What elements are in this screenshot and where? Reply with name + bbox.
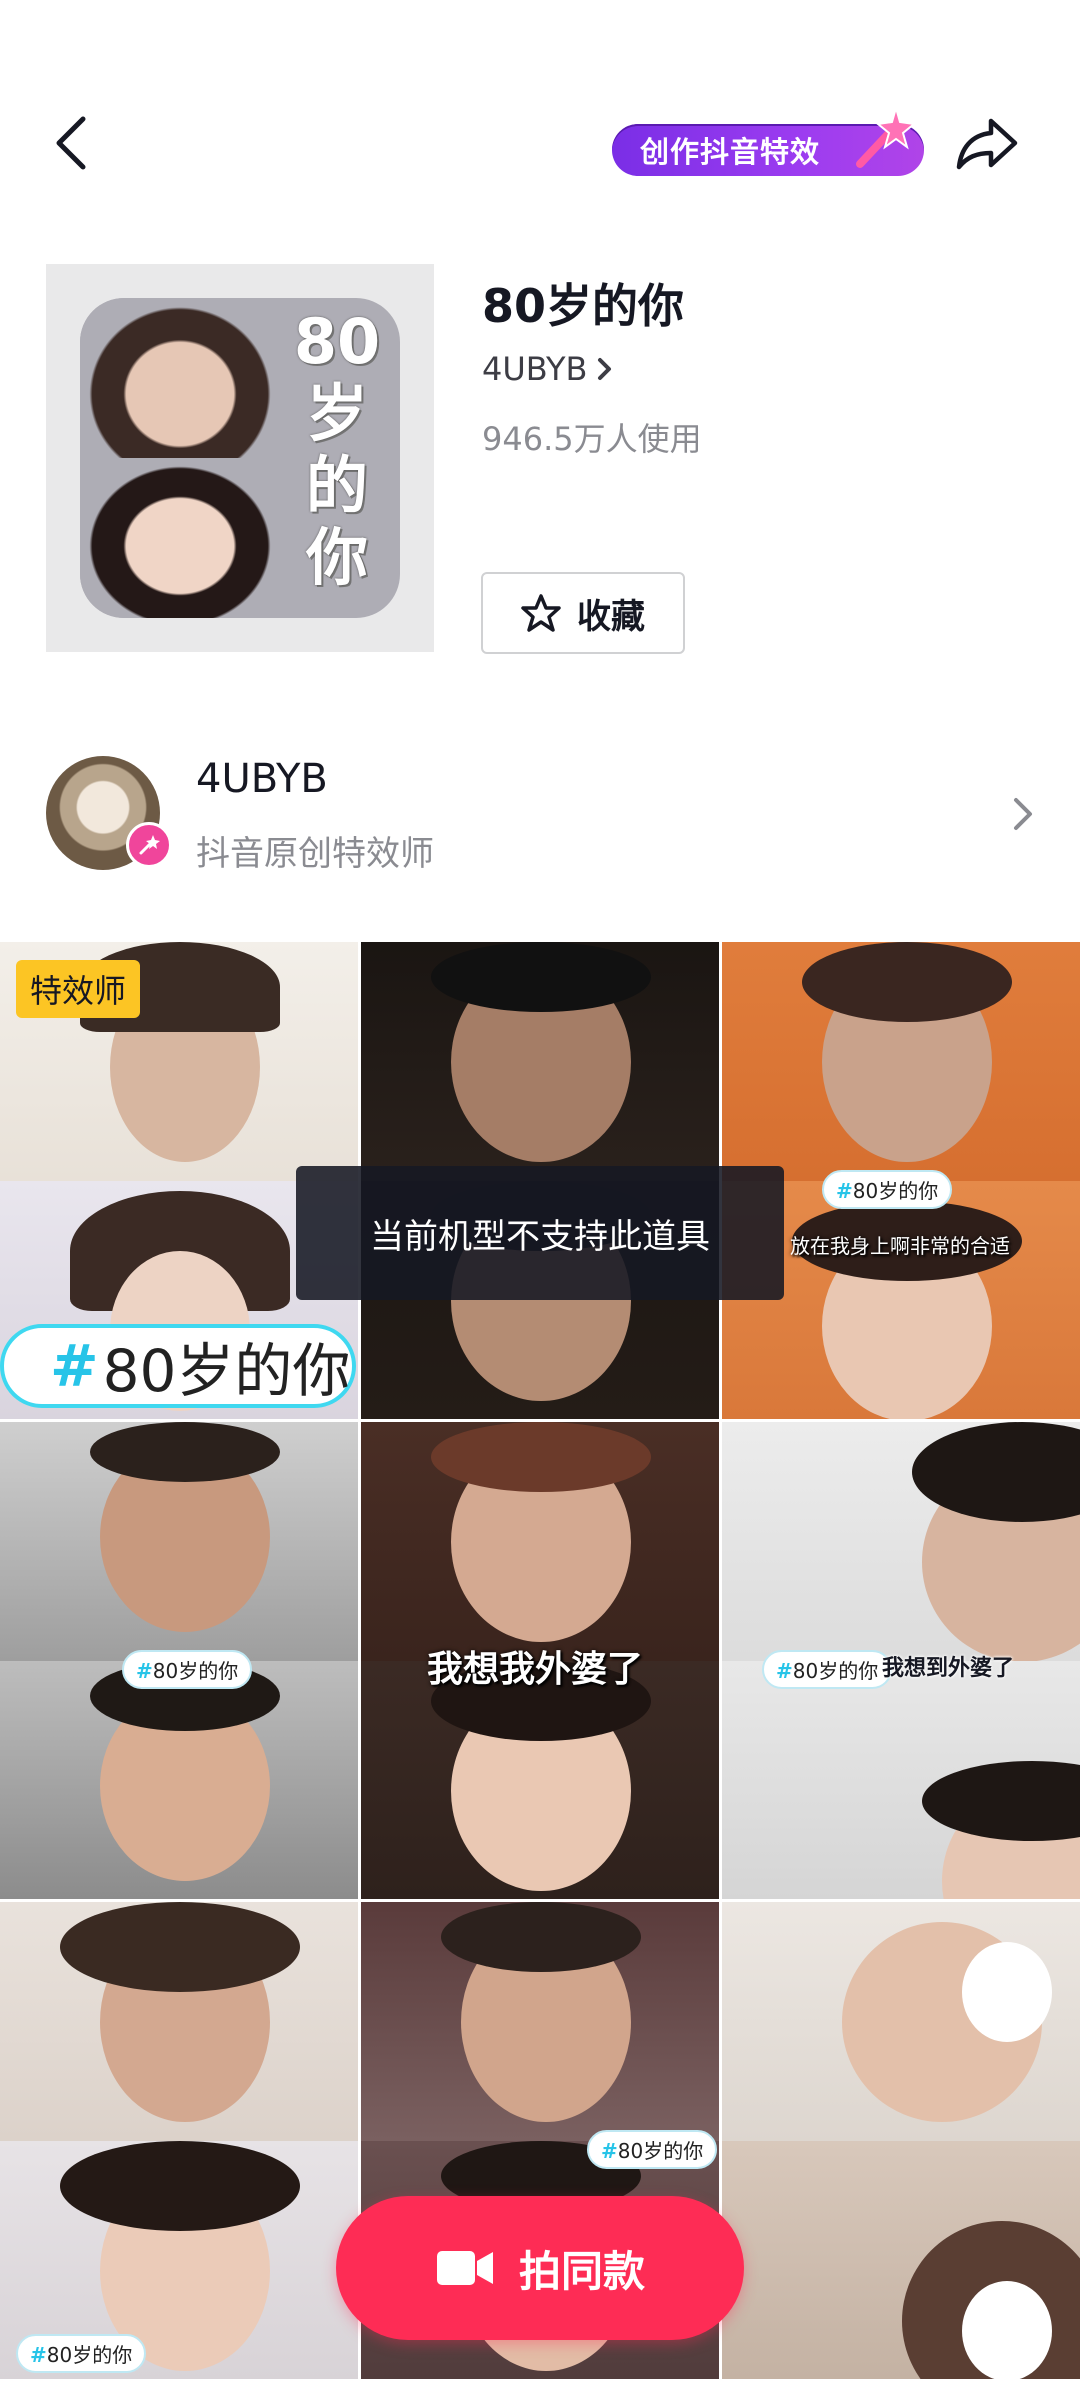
creator-name: 4UBYB	[196, 756, 328, 802]
favorite-button[interactable]: 收藏	[481, 572, 685, 654]
effect-icon-text: 80 岁 的 你	[293, 305, 381, 594]
share-arrow-icon	[956, 118, 1018, 170]
video-caption: 我想到外婆了	[882, 1656, 1015, 1681]
old-face-image	[0, 1422, 358, 1661]
effect-title: 80岁的你	[482, 279, 685, 333]
effect-author-name: 4UBYB	[482, 350, 588, 388]
video-thumbnail[interactable]	[722, 1902, 1080, 2379]
hashtag-sticker: #80岁的你	[587, 2130, 718, 2169]
old-face-image	[361, 1902, 719, 2141]
old-face-image	[722, 1422, 1080, 1662]
creator-tag: 特效师	[16, 960, 141, 1018]
video-thumbnail[interactable]: #80岁的你	[0, 1902, 358, 2379]
hashtag-sticker: #80岁的你	[822, 1170, 953, 1209]
back-button[interactable]	[36, 108, 106, 178]
shoot-same-label: 拍同款	[518, 2246, 645, 2296]
share-button[interactable]	[952, 108, 1022, 178]
effect-creator-badge-icon	[126, 822, 172, 868]
effect-icon-image: 80 岁 的 你	[80, 298, 400, 618]
video-caption: 我想我外婆了	[427, 1649, 644, 1690]
old-face-image	[361, 1422, 719, 1661]
create-effect-label: 创作抖音特效	[640, 135, 821, 169]
video-thumbnail[interactable]: #80岁的你 我想到外婆了	[722, 1422, 1080, 1899]
usage-count: 946.5万人使用	[482, 420, 702, 458]
unsupported-device-toast: 当前机型不支持此道具	[296, 1166, 784, 1300]
star-icon	[521, 594, 561, 632]
old-face-image	[80, 298, 280, 458]
young-face-image	[80, 458, 280, 618]
favorite-label: 收藏	[577, 596, 645, 637]
shoot-same-button[interactable]: 拍同款	[336, 2196, 744, 2340]
top-bar: 创作抖音特效	[0, 80, 1080, 210]
hashtag-sticker: #80岁的你	[16, 2334, 147, 2373]
chevron-right-icon	[598, 358, 612, 380]
young-face-image	[722, 2140, 1080, 2379]
young-face-image	[0, 1660, 358, 1899]
video-thumbnail[interactable]: 我想我外婆了	[361, 1422, 719, 1899]
video-camera-icon	[436, 2251, 493, 2285]
chevron-left-icon	[56, 116, 86, 170]
old-face-image	[361, 942, 719, 1181]
create-effect-button[interactable]: 创作抖音特效	[612, 104, 924, 176]
effect-thumbnail: 80 岁 的 你	[46, 264, 434, 652]
hashtag-sticker: # 80岁的你	[0, 1324, 356, 1408]
video-grid: 特效师 # 80岁的你 #80岁的你 放在我身上啊非常的合适 #80岁的你 我想…	[0, 942, 1080, 2400]
magic-wand-icon	[856, 104, 917, 168]
young-face-image	[361, 1660, 719, 1899]
hashtag-sticker: #80岁的你	[762, 1650, 893, 1689]
creator-role: 抖音原创特效师	[196, 834, 434, 874]
old-face-image	[722, 942, 1080, 1181]
chevron-right-icon	[1014, 798, 1032, 830]
hashtag-sticker: #80岁的你	[122, 1650, 253, 1689]
young-face-image	[722, 1660, 1080, 1899]
effect-author-link[interactable]: 4UBYB	[482, 350, 613, 388]
old-face-image	[0, 1902, 358, 2141]
video-thumbnail[interactable]: #80岁的你	[0, 1422, 358, 1899]
creator-row[interactable]: 4UBYB 抖音原创特效师	[0, 736, 1080, 886]
old-face-image	[722, 1902, 1080, 2141]
video-caption: 放在我身上啊非常的合适	[790, 1234, 1010, 1258]
